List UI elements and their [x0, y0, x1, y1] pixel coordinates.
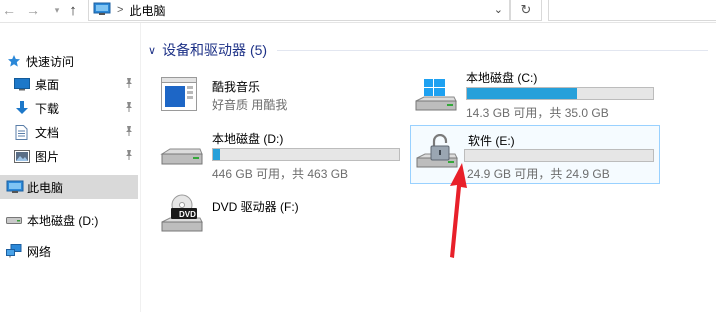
sidebar-item-drive-d[interactable]: 本地磁盘 (D:): [0, 208, 138, 232]
device-tile-kuwo[interactable]: 酷我音乐 好音质 用酷我: [160, 74, 390, 114]
device-tile-drive-c[interactable]: 本地磁盘 (C:) 14.3 GB 可用，共 35.0 GB: [412, 67, 662, 120]
forward-button[interactable]: →: [24, 0, 42, 20]
up-arrow-icon: ↑: [69, 1, 77, 19]
annotation-arrow-icon: [430, 155, 480, 263]
dvd-badge: DVD: [179, 210, 196, 219]
group-divider: [277, 49, 708, 51]
drive-usage-bar: [212, 148, 400, 161]
address-dropdown-icon[interactable]: ⌄: [494, 3, 503, 16]
sidebar-item-quick-access[interactable]: 快速访问: [0, 49, 138, 73]
device-subtitle: 24.9 GB 可用，共 24.9 GB: [467, 167, 610, 181]
address-bar[interactable]: > 此电脑 ⌄: [88, 0, 510, 21]
breadcrumb-this-pc[interactable]: 此电脑: [129, 2, 165, 19]
kuwo-app-icon: [161, 77, 197, 114]
drive-usage-bar: [464, 149, 654, 162]
back-arrow-icon: ←: [2, 2, 16, 18]
device-name: 本地磁盘 (D:): [212, 132, 284, 146]
drive-usage-fill: [467, 88, 577, 99]
drive-usage-bar: [466, 87, 654, 100]
drive-icon: [6, 215, 22, 225]
up-button[interactable]: ↑: [64, 0, 82, 20]
pin-icon[interactable]: [124, 125, 134, 140]
document-icon: [15, 124, 28, 140]
sidebar-item-desktop[interactable]: 桌面: [0, 72, 138, 96]
this-pc-icon: [6, 180, 24, 194]
device-tile-dvd-f[interactable]: DVD DVD 驱动器 (F:): [158, 192, 408, 238]
sidebar-item-downloads[interactable]: 下载: [0, 96, 138, 120]
refresh-icon: ↻: [520, 2, 532, 17]
sidebar-item-label: 此电脑: [27, 180, 64, 195]
device-subtitle: 14.3 GB 可用，共 35.0 GB: [466, 106, 609, 120]
forward-arrow-icon: →: [26, 2, 40, 18]
device-subtitle: 446 GB 可用，共 463 GB: [212, 167, 349, 181]
pin-icon[interactable]: [124, 77, 134, 92]
address-toolbar: ← → ▾ ↑ > 此电脑 ⌄ ↻: [0, 0, 716, 23]
sidebar-item-label: 下载: [35, 101, 60, 116]
sidebar-item-documents[interactable]: 文档: [0, 120, 138, 144]
download-icon: [15, 100, 29, 116]
device-name: DVD 驱动器 (F:): [212, 200, 299, 214]
device-subtitle: 好音质 用酷我: [212, 98, 288, 112]
device-name: 酷我音乐: [212, 80, 261, 94]
sidebar-item-label: 网络: [27, 244, 52, 259]
navigation-pane: 快速访问 桌面 下载 文档 图片 此电脑 本地磁盘 (D:) 网络: [0, 23, 141, 312]
search-input[interactable]: [548, 0, 716, 21]
star-icon: [7, 54, 21, 68]
pictures-icon: [14, 149, 30, 163]
pin-icon[interactable]: [124, 149, 134, 164]
sidebar-item-network[interactable]: 网络: [0, 239, 138, 263]
device-name: 本地磁盘 (C:): [466, 71, 538, 85]
device-name: 软件 (E:): [468, 134, 515, 148]
this-pc-icon: [93, 2, 111, 19]
device-tile-drive-d[interactable]: 本地磁盘 (D:) 446 GB 可用，共 463 GB: [158, 128, 408, 182]
network-icon: [6, 244, 22, 258]
sidebar-item-pictures[interactable]: 图片: [0, 144, 138, 168]
pin-icon[interactable]: [124, 101, 134, 116]
group-title: 设备和驱动器 (5): [162, 42, 268, 58]
chevron-down-icon: ▾: [54, 4, 60, 15]
refresh-button[interactable]: ↻: [510, 0, 542, 21]
back-button[interactable]: ←: [0, 0, 18, 20]
devices-group-header[interactable]: ∨ 设备和驱动器 (5): [148, 40, 708, 60]
sidebar-item-label: 文档: [35, 125, 60, 140]
drive-usage-fill: [213, 149, 220, 160]
collapse-chevron-icon[interactable]: ∨: [148, 44, 156, 57]
sidebar-item-label: 快速访问: [26, 54, 75, 69]
windows-drive-icon: [414, 79, 458, 116]
sidebar-item-label: 图片: [35, 149, 60, 164]
drive-icon: [160, 146, 204, 171]
breadcrumb-separator: >: [117, 4, 124, 16]
sidebar-item-label: 桌面: [35, 77, 60, 92]
sidebar-item-label: 本地磁盘 (D:): [27, 213, 99, 228]
sidebar-item-this-pc[interactable]: 此电脑: [0, 175, 138, 199]
desktop-icon: [14, 77, 30, 91]
